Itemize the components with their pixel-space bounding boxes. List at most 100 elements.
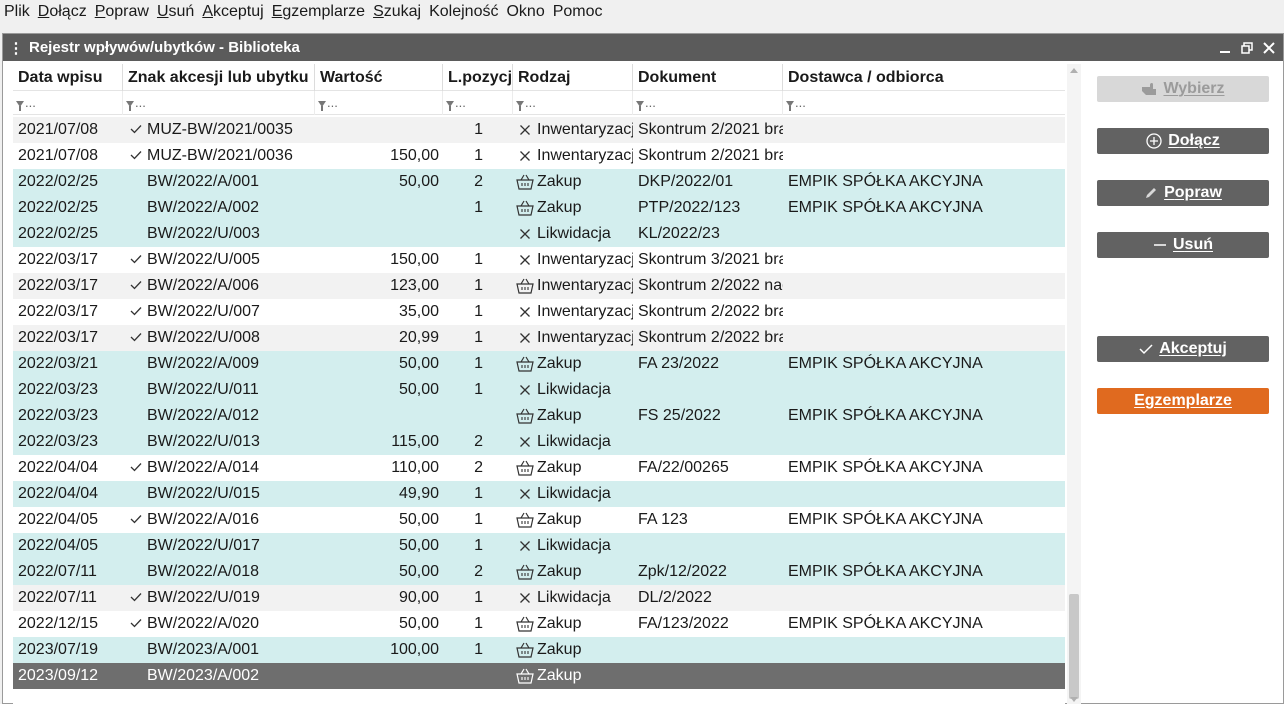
x-icon: [515, 143, 535, 169]
table-row[interactable]: 2022/04/05 BW/2022/U/017 50,00 1 Likwidacja: [13, 533, 1065, 559]
x-icon: [515, 221, 535, 247]
menu-item-okno[interactable]: Okno: [506, 3, 544, 21]
scroll-up-icon[interactable]: [1070, 68, 1078, 73]
cell-znak-text: BW/2022/U/019: [147, 589, 260, 606]
usun-label: Usuń: [1172, 236, 1213, 253]
scroll-down-icon[interactable]: [1070, 697, 1078, 702]
table-row[interactable]: 2022/03/17 BW/2022/U/005 150,00 1 Inwentaryz…: [13, 247, 1065, 273]
table-row[interactable]: 2022/03/23 BW/2022/A/012 Zakup FS 25/2022 EM…: [13, 403, 1065, 429]
filter-dokument[interactable]: ...: [633, 91, 783, 115]
scrollbar-thumb[interactable]: [1069, 594, 1079, 699]
menu-item-egzemplarze[interactable]: Egzemplarze: [272, 3, 365, 21]
cell-rodzaj-text: Zakup: [537, 199, 582, 216]
cell-znak-text: MUZ-BW/2021/0036: [147, 147, 293, 164]
filter-wartosc[interactable]: ...: [315, 91, 443, 115]
column-header-dokument[interactable]: Dokument: [633, 64, 783, 91]
cell-dostawca: EMPIK SPÓŁKA AKCYJNA: [788, 511, 983, 528]
filter-dostawca[interactable]: ...: [783, 91, 1065, 115]
dolacz-button[interactable]: Dołącz: [1097, 128, 1269, 154]
column-header-wartosc[interactable]: Wartość: [315, 64, 443, 91]
restore-icon[interactable]: [1239, 40, 1255, 56]
cell-dokument: [633, 481, 783, 507]
cell-dostawca: EMPIK SPÓŁKA AKCYJNA: [788, 615, 983, 632]
filter-row: ... ... ... ... ... ... ...: [13, 91, 1065, 115]
table-row[interactable]: 2022/02/25 BW/2022/U/003 Likwidacja KL/2022…: [13, 221, 1065, 247]
grid-rows: 2021/07/08 MUZ-BW/2021/0035 1 Inwentaryzacj…: [13, 117, 1065, 689]
cell-znak: BW/2022/U/007: [123, 299, 315, 325]
filter-icon: [318, 100, 326, 111]
filter-rodzaj[interactable]: ...: [513, 91, 633, 115]
table-row[interactable]: 2022/03/21 BW/2022/A/009 50,00 1 Zakup FA 23/…: [13, 351, 1065, 377]
filter-icon: [126, 100, 134, 111]
cell-date: 2022/07/11: [18, 589, 97, 606]
table-row[interactable]: 2022/12/15 BW/2022/A/020 50,00 1 Zakup FA/123…: [13, 611, 1065, 637]
menu-item-usuń[interactable]: Usuń: [157, 3, 194, 21]
usun-button[interactable]: Usuń: [1097, 232, 1269, 258]
x-icon: [515, 377, 535, 403]
cell-wartosc: 50,00: [398, 381, 439, 398]
column-header-date[interactable]: Data wpisu: [13, 64, 123, 91]
table-row[interactable]: 2022/03/23 BW/2022/U/013 115,00 2 Likwidacja: [13, 429, 1065, 455]
cell-dokument: FS 25/2022: [638, 407, 721, 424]
table-row[interactable]: 2021/07/08 MUZ-BW/2021/0036 150,00 1 Inwenta…: [13, 143, 1065, 169]
filter-date[interactable]: ...: [13, 91, 123, 115]
popraw-button[interactable]: Popraw: [1097, 180, 1269, 206]
filter-lpozycji[interactable]: ...: [443, 91, 513, 115]
cell-date: 2022/02/25: [18, 173, 99, 190]
egzemplarze-button[interactable]: Egzemplarze: [1097, 388, 1269, 414]
column-header-rodzaj[interactable]: Rodzaj: [513, 64, 633, 91]
cell-rodzaj: Inwentaryzacja: [513, 325, 633, 351]
cell-znak-text: BW/2023/A/002: [147, 667, 260, 684]
menu-item-kolejność[interactable]: Kolejność: [429, 3, 498, 21]
cell-wartosc: 35,00: [398, 303, 439, 320]
table-row[interactable]: 2023/07/19 BW/2023/A/001 100,00 1 Zakup: [13, 637, 1065, 663]
cell-dostawca: EMPIK SPÓŁKA AKCYJNA: [788, 459, 983, 476]
table-row[interactable]: 2022/03/23 BW/2022/U/011 50,00 1 Likwidacja: [13, 377, 1065, 403]
cell-rodzaj-text: Zakup: [537, 667, 582, 684]
cell-lpozycji: [443, 663, 513, 689]
table-row[interactable]: 2022/04/04 BW/2022/A/014 110,00 2 Zakup FA/22…: [13, 455, 1065, 481]
window-grip-icon[interactable]: ⋮: [3, 39, 29, 57]
menu-item-szukaj[interactable]: Szukaj: [373, 3, 421, 21]
cell-rodzaj: Zakup: [513, 663, 633, 689]
table-row[interactable]: 2022/04/04 BW/2022/U/015 49,90 1 Likwidacja: [13, 481, 1065, 507]
cell-lpozycji: [443, 221, 513, 247]
table-row[interactable]: 2022/07/11 BW/2022/U/019 90,00 1 Likwidacja D…: [13, 585, 1065, 611]
cell-znak: BW/2022/U/011: [123, 377, 315, 403]
akceptuj-button[interactable]: Akceptuj: [1097, 336, 1269, 362]
cell-dokument: [633, 663, 783, 689]
vertical-scrollbar[interactable]: [1067, 64, 1081, 704]
column-header-znak[interactable]: Znak akcesji lub ubytku: [123, 64, 315, 91]
menu-item-dołącz[interactable]: Dołącz: [38, 3, 87, 21]
menu-item-pomoc[interactable]: Pomoc: [553, 3, 603, 21]
wybierz-button[interactable]: Wybierz: [1097, 76, 1269, 102]
cell-znak-text: BW/2022/A/020: [147, 615, 260, 632]
column-header-lpozycji[interactable]: L.pozycji: [443, 64, 513, 91]
cell-znak: BW/2022/U/019: [123, 585, 315, 611]
column-header-dostawca[interactable]: Dostawca / odbiorca: [783, 64, 1065, 91]
filter-znak[interactable]: ...: [123, 91, 315, 115]
close-icon[interactable]: [1261, 40, 1277, 56]
window-titlebar[interactable]: ⋮ Rejestr wpływów/ubytków - Biblioteka: [3, 34, 1283, 61]
menu-item-popraw[interactable]: Popraw: [95, 3, 149, 21]
table-row[interactable]: 2022/04/05 BW/2022/A/016 50,00 1 Zakup FA 123…: [13, 507, 1065, 533]
table-row[interactable]: 2023/09/12 BW/2023/A/002 Zakup: [13, 663, 1065, 689]
table-row[interactable]: 2022/07/11 BW/2022/A/018 50,00 2 Zakup Zpk/12…: [13, 559, 1065, 585]
table-row[interactable]: 2022/03/17 BW/2022/U/008 20,99 1 Inwentaryza…: [13, 325, 1065, 351]
table-row[interactable]: 2022/02/25 BW/2022/A/002 1 Zakup PTP/2022/12…: [13, 195, 1065, 221]
cell-znak-text: BW/2022/A/001: [147, 173, 260, 190]
menu-item-plik[interactable]: Plik: [4, 3, 30, 21]
basket-icon: [515, 195, 535, 221]
cell-wartosc: 50,00: [398, 563, 439, 580]
cell-znak-text: BW/2022/A/016: [147, 511, 260, 528]
table-row[interactable]: 2022/03/17 BW/2022/U/007 35,00 1 Inwentaryza…: [13, 299, 1065, 325]
table-row[interactable]: 2022/03/17 BW/2022/A/006 123,00 1 Inwentaryz…: [13, 273, 1065, 299]
menu-item-akceptuj[interactable]: Akceptuj: [202, 3, 263, 21]
table-row[interactable]: 2022/02/25 BW/2022/A/001 50,00 2 Zakup DKP/20…: [13, 169, 1065, 195]
table-row[interactable]: 2021/07/08 MUZ-BW/2021/0035 1 Inwentaryzacj…: [13, 117, 1065, 143]
minimize-icon[interactable]: [1217, 40, 1233, 56]
cell-znak-text: BW/2023/A/001: [147, 641, 260, 658]
cell-znak: BW/2022/A/012: [123, 403, 315, 429]
cell-dostawca: [783, 377, 1065, 403]
filter-placeholder: ...: [327, 95, 338, 110]
